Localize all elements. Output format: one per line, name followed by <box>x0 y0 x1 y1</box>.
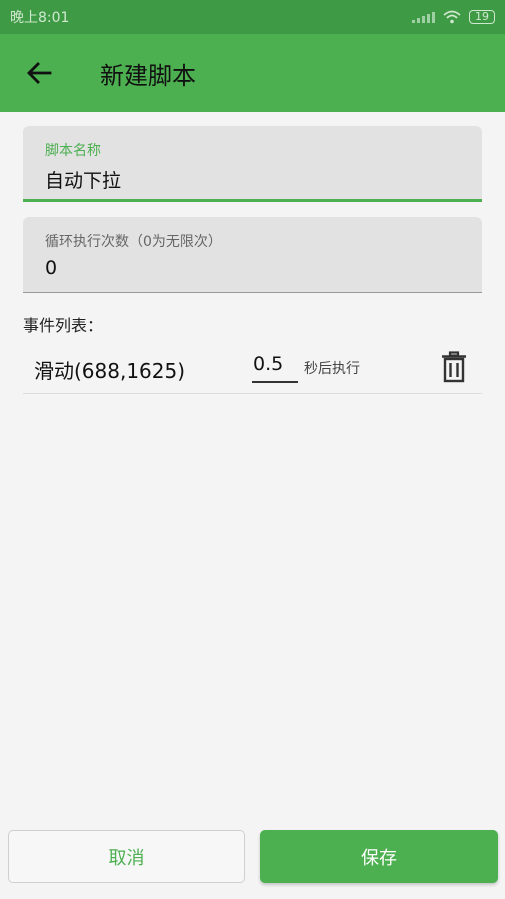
loop-count-field[interactable]: 循环执行次数（0为无限次） 0 <box>23 217 482 293</box>
page-title: 新建脚本 <box>100 61 196 90</box>
loop-count-input[interactable]: 0 <box>45 257 460 279</box>
save-button[interactable]: 保存 <box>260 830 498 883</box>
list-item: 滑动(688,1625) 0.5 秒后执行 <box>23 340 482 394</box>
script-name-field[interactable]: 脚本名称 自动下拉 <box>23 126 482 202</box>
signal-icon <box>412 11 435 23</box>
events-title: 事件列表： <box>23 316 104 335</box>
event-name: 滑动(688,1625) <box>34 359 186 383</box>
delete-event-button[interactable] <box>439 351 469 383</box>
trash-icon <box>442 351 466 383</box>
script-name-input[interactable]: 自动下拉 <box>45 166 460 193</box>
script-name-label: 脚本名称 <box>45 143 101 159</box>
status-bar: 晚上8:01 19 <box>0 0 505 34</box>
back-button[interactable] <box>14 48 64 98</box>
wifi-icon <box>443 10 461 24</box>
status-time: 晚上8:01 <box>10 10 70 26</box>
arrow-left-icon <box>27 62 52 84</box>
loop-count-label: 循环执行次数（0为无限次） <box>45 234 222 250</box>
app-bar: 新建脚本 <box>0 34 505 112</box>
cancel-button[interactable]: 取消 <box>8 830 245 883</box>
status-icons: 19 <box>412 10 495 24</box>
battery-indicator: 19 <box>469 10 495 24</box>
delay-input[interactable]: 0.5 <box>252 353 298 383</box>
delay-unit-label: 秒后执行 <box>304 361 360 377</box>
